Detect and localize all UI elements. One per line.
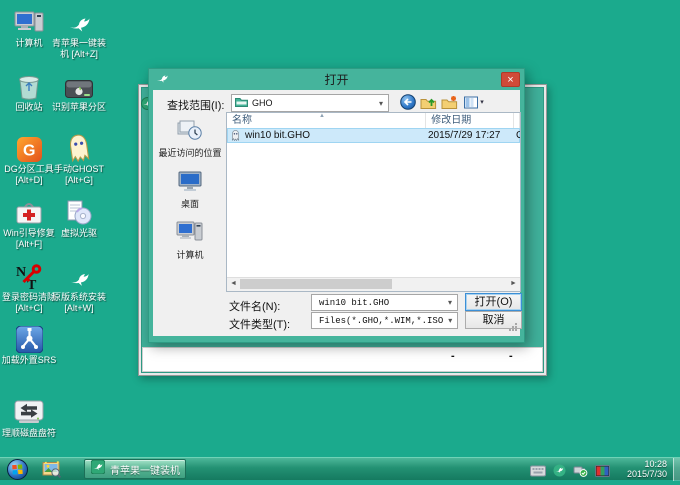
column-header-name[interactable]: 名称 xyxy=(227,113,426,128)
ghost-icon xyxy=(50,132,108,162)
chevron-down-icon: ▾ xyxy=(480,98,484,106)
cd-disc-icon xyxy=(50,196,108,226)
look-in-value: GHO xyxy=(252,98,273,108)
computer-icon xyxy=(176,220,204,247)
taskbar-clock[interactable]: 10:28 2015/7/30 xyxy=(627,459,667,479)
scrollbar-thumb[interactable] xyxy=(240,279,392,289)
column-header-modified[interactable]: 修改日期 xyxy=(426,113,514,128)
taskbar: 青苹果一键装机 10:28 2015/7/30 xyxy=(0,457,680,480)
white-bird-icon xyxy=(50,260,108,290)
keyboard-icon[interactable] xyxy=(530,464,546,482)
taskbar-button-label: 青苹果一键装机 xyxy=(110,462,180,477)
up-one-level-button[interactable] xyxy=(420,94,437,110)
open-button[interactable]: 打开(O) xyxy=(465,293,522,311)
desktop-icon-manual-ghost[interactable]: 手动GHOST[Alt+G] xyxy=(50,132,108,186)
scroll-left-icon[interactable]: ◄ xyxy=(227,278,240,290)
place-label: 桌面 xyxy=(181,199,199,209)
chevron-down-icon[interactable]: ▾ xyxy=(444,316,457,325)
file-list-header: 名称 修改日期 类型 xyxy=(227,113,520,128)
status-dash: - xyxy=(451,350,455,362)
horizontal-scrollbar[interactable]: ◄ ► xyxy=(227,277,520,291)
place-label: 最近访问的位置 xyxy=(158,148,221,158)
start-button[interactable] xyxy=(7,459,28,485)
new-folder-button[interactable] xyxy=(441,94,458,110)
desktop-icon-label: 理顺磁盘盘符 xyxy=(0,428,58,439)
desktop-icon-label: 手动GHOST[Alt+G] xyxy=(50,164,108,186)
chevron-down-icon[interactable]: ▾ xyxy=(374,99,388,108)
taskbar-button-active[interactable]: 青苹果一键装机 xyxy=(84,459,186,479)
close-icon[interactable]: × xyxy=(501,72,520,87)
apple-tray-icon[interactable] xyxy=(553,464,566,482)
scroll-right-icon[interactable]: ► xyxy=(507,278,520,290)
system-tray xyxy=(530,463,610,482)
sort-ascending-icon: ▲ xyxy=(319,113,325,119)
place-recent[interactable]: 最近访问的位置 xyxy=(155,118,225,158)
firewire-icon xyxy=(0,323,58,353)
show-desktop-button[interactable] xyxy=(673,458,680,481)
white-bird-icon xyxy=(50,6,108,36)
clock-date: 2015/7/30 xyxy=(627,469,667,479)
column-header-type[interactable]: 类型 xyxy=(514,113,520,128)
dialog-titlebar[interactable]: 打开 × xyxy=(149,69,524,90)
place-computer[interactable]: 计算机 xyxy=(155,220,225,260)
desktop-monitor-icon xyxy=(177,171,203,196)
look-in-combobox[interactable]: GHO ▾ xyxy=(231,94,389,112)
dialog-toolbar: ▾ xyxy=(399,94,486,110)
file-row-selected[interactable]: win10 bit.GHO 2015/7/29 17:27 GHO xyxy=(227,128,520,143)
views-menu-button[interactable]: ▾ xyxy=(462,94,486,110)
desktop-icon-label: 加载外置SRS xyxy=(0,355,58,366)
usb-safely-remove-icon[interactable] xyxy=(573,463,588,482)
desktop-icon-original-install[interactable]: 原版系统安装[Alt+W] xyxy=(50,260,108,314)
file-name-combobox[interactable]: win10 bit.GHO ▾ xyxy=(311,294,458,311)
file-type-combobox[interactable]: Files(*.GHO,*.WIM,*.ISO) ▾ xyxy=(311,312,458,329)
file-name-value: win10 bit.GHO xyxy=(319,298,389,308)
svg-text:N: N xyxy=(16,265,26,280)
desktop-icon-virtual-cdrom[interactable]: 虚拟光驱 xyxy=(50,196,108,239)
recent-places-icon xyxy=(176,118,204,145)
file-type-value: Files(*.GHO,*.WIM,*.ISO) xyxy=(319,316,444,326)
clock-time: 10:28 xyxy=(627,459,667,469)
display-settings-icon[interactable] xyxy=(595,464,610,482)
desktop-icon-external-srs[interactable]: 加载外置SRS xyxy=(0,323,58,366)
resize-grip[interactable] xyxy=(509,323,518,335)
desktop-icon-drive-letter[interactable]: 理顺磁盘盘符 xyxy=(0,396,58,439)
open-dialog: 打开 × 查找范围(I): GHO ▾ ▾ 最近访问的位置 桌面 xyxy=(148,68,525,343)
desktop-icon-label: 虚拟光驱 xyxy=(50,228,108,239)
status-dash: - xyxy=(509,350,513,362)
desktop-icon-label: 原版系统安装[Alt+W] xyxy=(50,292,108,314)
file-list: 名称 修改日期 类型 ▲ win10 bit.GHO 2015/7/29 17:… xyxy=(226,112,521,292)
svg-text:G: G xyxy=(23,143,35,160)
places-bar: 最近访问的位置 桌面 计算机 xyxy=(155,116,225,260)
desktop: { "desktop": { "icons": [ {"icon":"compu… xyxy=(0,0,680,480)
background-window-statusbar: - - xyxy=(142,347,543,372)
place-desktop[interactable]: 桌面 xyxy=(155,171,225,209)
app-bird-icon xyxy=(155,72,169,88)
chevron-down-icon[interactable]: ▾ xyxy=(443,298,457,307)
file-type-label: 文件类型(T): xyxy=(229,316,290,332)
folder-icon xyxy=(235,96,248,110)
file-modified: 2015/7/29 17:27 xyxy=(428,130,516,141)
file-type: GHO xyxy=(516,130,520,141)
dialog-body: 查找范围(I): GHO ▾ ▾ 最近访问的位置 桌面 计算机 xyxy=(153,90,520,336)
desktop-icon-apple-partition[interactable]: 识别苹果分区 xyxy=(50,70,108,113)
drive-arrows-icon xyxy=(0,396,58,426)
back-button[interactable] xyxy=(399,94,416,110)
place-label: 计算机 xyxy=(176,250,203,260)
look-in-label: 查找范围(I): xyxy=(167,97,224,113)
desktop-icon-label: 青苹果一键装机 [Alt+Z] xyxy=(50,38,108,60)
desktop-icon-qingpingguo-installer[interactable]: 青苹果一键装机 [Alt+Z] xyxy=(50,6,108,60)
green-apple-icon xyxy=(91,460,105,479)
ghost-file-icon xyxy=(230,130,241,141)
hard-disk-icon xyxy=(50,70,108,100)
file-name: win10 bit.GHO xyxy=(241,130,428,141)
file-name-label: 文件名(N): xyxy=(229,298,280,314)
dialog-title: 打开 xyxy=(324,71,348,88)
desktop-icon-label: 识别苹果分区 xyxy=(50,102,108,113)
